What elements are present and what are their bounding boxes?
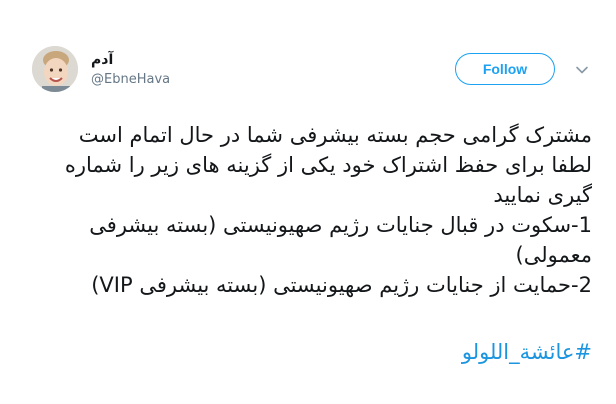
follow-button[interactable]: Follow xyxy=(455,53,555,85)
tweet-text-line: مشترک گرامی حجم بسته بیشرفی شما در حال ا… xyxy=(78,123,592,147)
tweet-text-line: گیری نمایید xyxy=(493,183,592,207)
author-name[interactable]: آدم xyxy=(91,52,113,68)
tweet-text-line: لطفا برای حفظ اشتراک خود یکی از گزینه ها… xyxy=(64,153,592,177)
tweet-text-line: معمولی) xyxy=(515,243,592,267)
child-photo-icon xyxy=(32,46,78,92)
author-handle[interactable]: @EbneHava xyxy=(91,72,170,87)
tweet-text-line: 1-سکوت در قبال جنایات رژیم صهیونیستی (بس… xyxy=(89,213,592,237)
chevron-down-icon[interactable] xyxy=(574,62,590,78)
tweet-text: مشترک گرامی حجم بسته بیشرفی شما در حال ا… xyxy=(40,120,592,300)
hashtag-link[interactable]: #عائشة_اللولو xyxy=(462,340,592,364)
tweet-card: آدم @EbneHava Follow مشترک گرامی حجم بست… xyxy=(0,0,616,404)
tweet-text-line: 2-حمایت از جنایات رژیم صهیونیستی (بسته ب… xyxy=(91,273,592,297)
avatar[interactable] xyxy=(32,46,78,92)
